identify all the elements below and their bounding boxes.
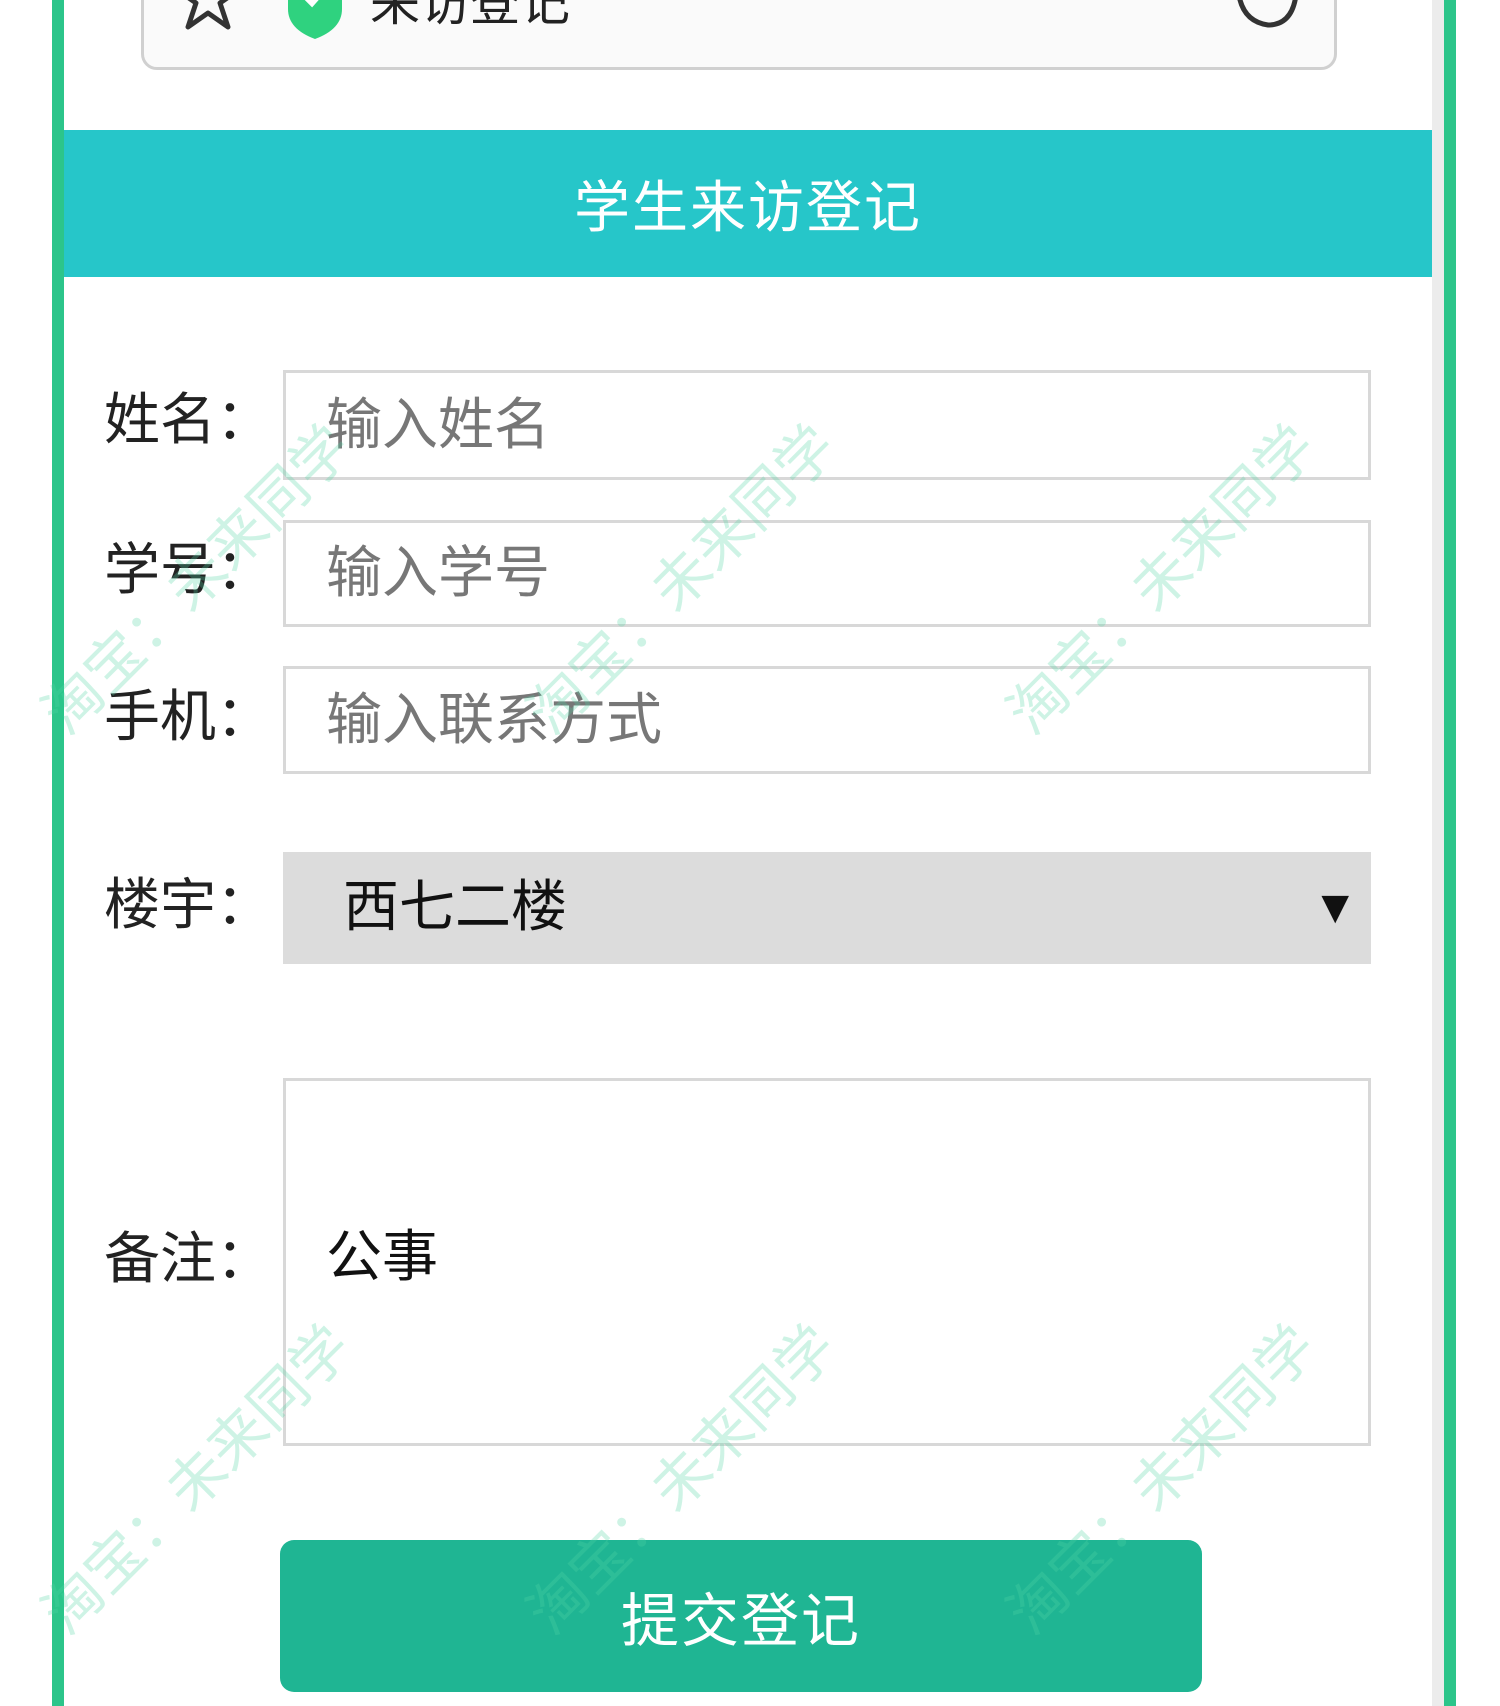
frame-right-border: [1444, 0, 1456, 1706]
frame-right-shadow: [1432, 0, 1444, 1706]
submit-button[interactable]: 提交登记: [280, 1540, 1202, 1692]
phone-label: 手机：: [104, 685, 272, 750]
frame-left-border: [52, 0, 64, 1706]
student-id-label: 学号：: [104, 538, 272, 603]
building-label: 楼宇：: [104, 873, 272, 938]
phone-input[interactable]: [283, 666, 1371, 774]
remark-label: 备注：: [104, 1227, 272, 1292]
name-input[interactable]: [283, 370, 1371, 480]
secure-shield-icon: [288, 0, 342, 39]
bookmark-star-icon[interactable]: [178, 0, 238, 33]
page-header: 学生来访登记: [64, 130, 1432, 277]
reload-icon[interactable]: [1230, 0, 1302, 33]
student-id-input[interactable]: [283, 520, 1371, 627]
building-select[interactable]: 西七二楼 ▼: [283, 852, 1371, 964]
remark-value: 公事: [326, 1225, 438, 1290]
dropdown-arrow-icon: ▼: [1321, 887, 1349, 928]
name-label: 姓名：: [104, 388, 272, 453]
remark-textarea[interactable]: 公事: [283, 1078, 1371, 1446]
browser-address-bar[interactable]: 来访登记: [141, 0, 1337, 70]
building-selected-value: 西七二楼: [343, 875, 567, 940]
browser-page-title: 来访登记: [370, 0, 570, 32]
